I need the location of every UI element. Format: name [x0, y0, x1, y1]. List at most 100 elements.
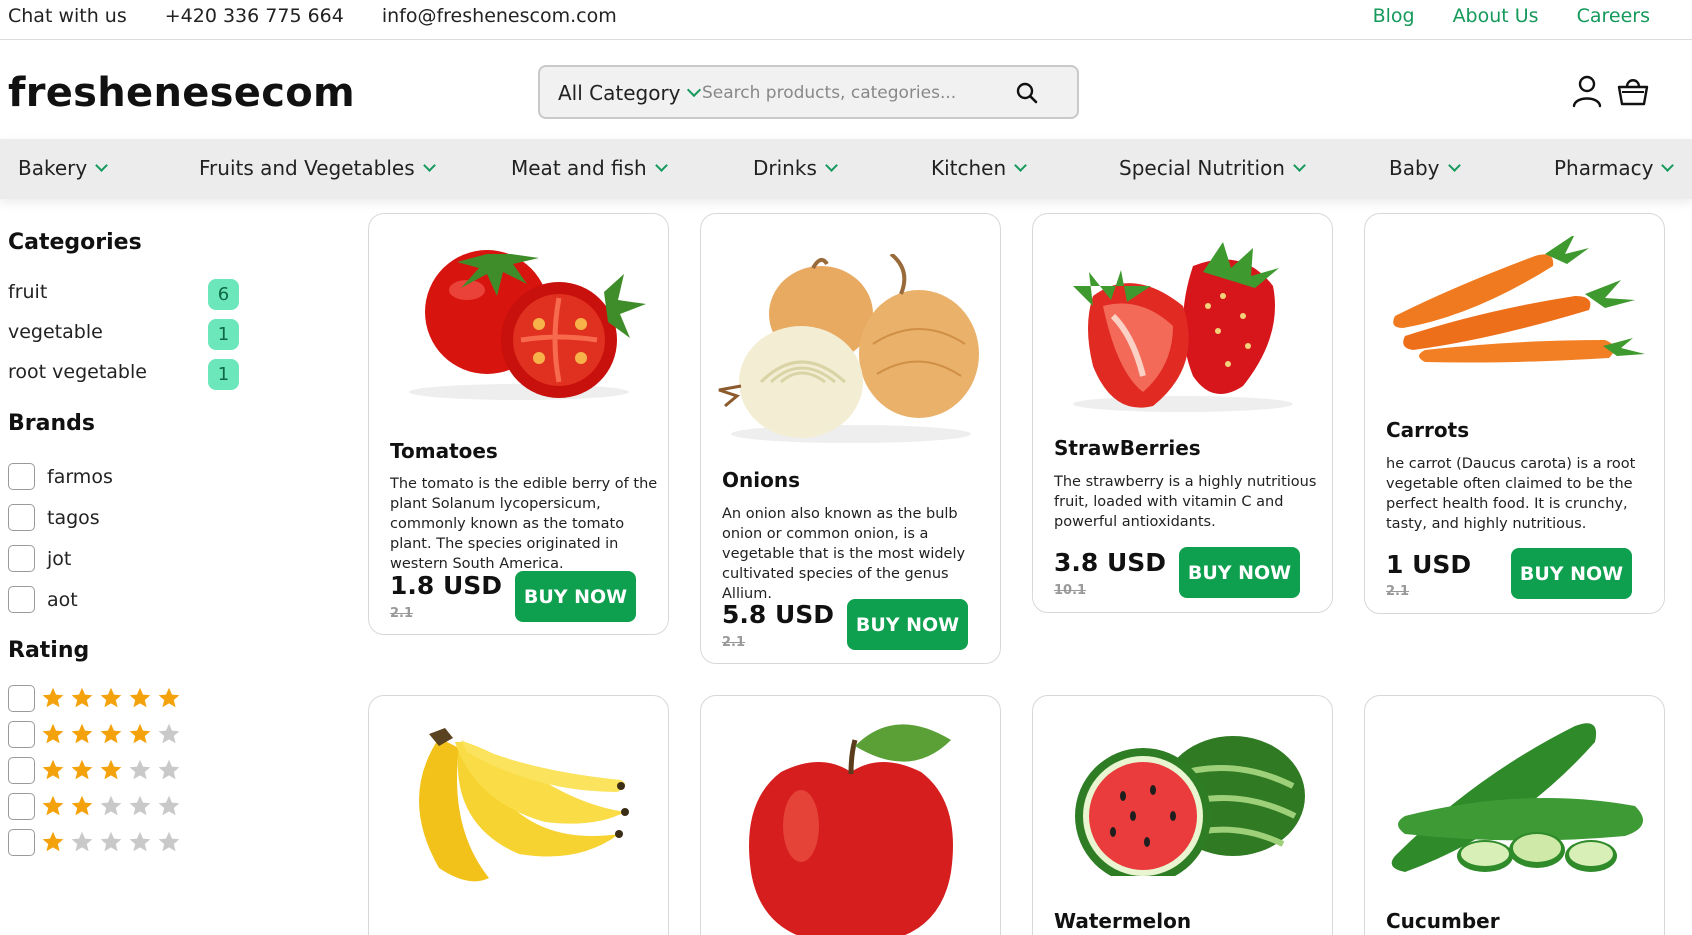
product-description: he carrot (Daucus carota) is a root vege… [1386, 456, 1636, 532]
top-bar: Chat with us +420 336 775 664 info@fresh… [0, 0, 1692, 40]
star-empty-icon [158, 831, 180, 852]
brand-label: jot [47, 548, 72, 570]
star-filled-icon [71, 723, 93, 744]
nav-item-fruits-and-vegetables[interactable]: Fruits and Vegetables [199, 156, 436, 180]
brand-checkbox[interactable] [8, 504, 35, 531]
search-input[interactable] [702, 77, 1022, 109]
star-empty-icon [129, 831, 151, 852]
blog-link[interactable]: Blog [1373, 5, 1415, 27]
star-filled-icon [129, 723, 151, 744]
product-card-tomatoes[interactable]: Tomatoes The tomato is the edible berry … [368, 213, 669, 635]
rating-filter-5-stars[interactable] [8, 685, 288, 721]
product-card-apple[interactable] [700, 695, 1001, 935]
nav-item-pharmacy[interactable]: Pharmacy [1554, 156, 1675, 180]
product-price: 5.8 USD [722, 600, 835, 629]
buy-now-button[interactable]: BUY NOW [1179, 547, 1300, 598]
product-description: The strawberry is a highly nutritious fr… [1054, 474, 1317, 530]
category-filter-root-vegetable[interactable]: root vegetable 1 [8, 355, 288, 395]
buy-now-button[interactable]: BUY NOW [847, 599, 968, 650]
category-filter-vegetable[interactable]: vegetable 1 [8, 315, 288, 355]
rating-checkbox[interactable] [8, 685, 35, 712]
product-card-carrots[interactable]: Carrots he carrot (Daucus carota) is a r… [1364, 213, 1665, 614]
category-dropdown[interactable]: All Category [558, 81, 701, 105]
star-filled-icon [42, 795, 64, 816]
chat-link[interactable]: Chat with us [8, 5, 127, 27]
nav-item-label: Fruits and Vegetables [199, 156, 415, 180]
star-filled-icon [42, 723, 64, 744]
brand-filter-jot[interactable]: jot [8, 542, 288, 583]
email-address[interactable]: info@freshenescom.com [382, 5, 617, 27]
product-name[interactable]: Watermelon [1054, 909, 1191, 933]
star-rating [41, 794, 181, 818]
product-card-bananas[interactable] [368, 695, 669, 935]
rating-checkbox[interactable] [8, 829, 35, 856]
brand-filter-tagos[interactable]: tagos [8, 501, 288, 542]
product-card-strawberries[interactable]: StrawBerries The strawberry is a highly … [1032, 213, 1333, 613]
category-label: root vegetable [8, 361, 147, 383]
search-icon[interactable] [1015, 81, 1039, 105]
buy-now-button[interactable]: BUY NOW [1511, 548, 1632, 599]
brands-heading: Brands [8, 411, 95, 436]
brand-checkbox[interactable] [8, 586, 35, 613]
tomatoes-image [409, 250, 646, 400]
carrots-image [1393, 236, 1645, 363]
brand-checkbox[interactable] [8, 463, 35, 490]
bananas-image [419, 728, 629, 882]
product-card-onions[interactable]: Onions An onion also known as the bulb o… [700, 213, 1001, 664]
careers-link[interactable]: Careers [1577, 5, 1650, 27]
category-count-badge: 6 [208, 279, 239, 310]
category-count-badge: 1 [208, 359, 239, 390]
rating-checkbox[interactable] [8, 793, 35, 820]
phone-number[interactable]: +420 336 775 664 [165, 5, 344, 27]
nav-item-bakery[interactable]: Bakery [18, 156, 109, 180]
rating-checkbox[interactable] [8, 721, 35, 748]
top-links: Blog About Us Careers [1373, 5, 1650, 27]
star-filled-icon [71, 759, 93, 780]
brand-label: tagos [47, 507, 100, 529]
star-filled-icon [42, 687, 64, 708]
rating-filter-1-stars[interactable] [8, 829, 288, 865]
chevron-down-icon [422, 159, 436, 172]
filter-sidebar: Categories fruit 6 vegetable 1 root vege… [8, 230, 288, 865]
rating-filter-3-stars[interactable] [8, 757, 288, 793]
nav-item-label: Meat and fish [511, 156, 647, 180]
chevron-down-icon [1661, 159, 1675, 172]
nav-item-baby[interactable]: Baby [1389, 156, 1461, 180]
basket-icon[interactable] [1616, 74, 1650, 108]
star-filled-icon [42, 759, 64, 780]
nav-item-special-nutrition[interactable]: Special Nutrition [1119, 156, 1306, 180]
nav-item-kitchen[interactable]: Kitchen [931, 156, 1028, 180]
category-filter-fruit[interactable]: fruit 6 [8, 275, 288, 315]
rating-filter-4-stars[interactable] [8, 721, 288, 757]
user-icon[interactable] [1570, 74, 1604, 108]
about-us-link[interactable]: About Us [1453, 5, 1539, 27]
category-nav: Bakery Fruits and Vegetables Meat and fi… [0, 139, 1692, 199]
apple-image [749, 724, 953, 935]
product-name[interactable]: Tomatoes [390, 439, 498, 463]
watermelon-image [1075, 736, 1305, 876]
product-card-watermelon[interactable]: Watermelon [1032, 695, 1333, 935]
star-filled-icon [100, 687, 122, 708]
brand-label: aot [47, 589, 78, 611]
rating-filter-2-stars[interactable] [8, 793, 288, 829]
product-name[interactable]: StrawBerries [1054, 436, 1201, 460]
brand-filter-farmos[interactable]: farmos [8, 460, 288, 501]
site-logo[interactable]: freshenesecom [8, 70, 355, 116]
brand-filter-aot[interactable]: aot [8, 583, 288, 624]
nav-item-drinks[interactable]: Drinks [753, 156, 838, 180]
onions-image [718, 254, 979, 443]
nav-item-meat-and-fish[interactable]: Meat and fish [511, 156, 668, 180]
brand-checkbox[interactable] [8, 545, 35, 572]
product-name[interactable]: Onions [722, 468, 800, 492]
product-description: An onion also known as the bulb onion or… [722, 506, 966, 602]
star-filled-icon [100, 723, 122, 744]
product-card-cucumber[interactable]: Cucumber [1364, 695, 1665, 935]
nav-item-label: Special Nutrition [1119, 156, 1285, 180]
rating-checkbox[interactable] [8, 757, 35, 784]
cucumber-image [1391, 723, 1643, 872]
buy-now-button[interactable]: BUY NOW [515, 571, 636, 622]
product-price: 3.8 USD [1054, 548, 1167, 577]
product-name[interactable]: Carrots [1386, 418, 1469, 442]
product-name[interactable]: Cucumber [1386, 909, 1500, 933]
star-empty-icon [100, 795, 122, 816]
